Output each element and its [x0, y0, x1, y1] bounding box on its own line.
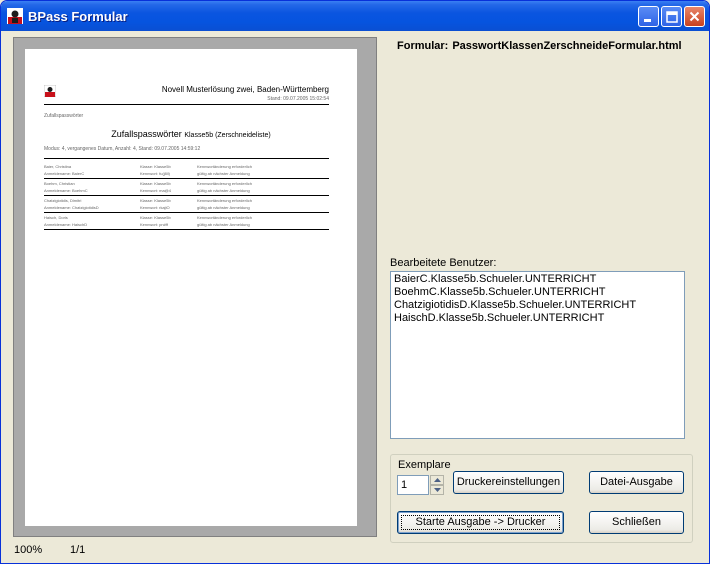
list-item[interactable]: ChatzigiotidisD.Klasse5b.Schueler.UNTERR…: [394, 299, 681, 312]
focus-rect: [401, 515, 560, 530]
main-window: BPass Formular Novell Musterlösung zwei,…: [0, 0, 710, 564]
minimize-button[interactable]: [638, 6, 659, 27]
close-button[interactable]: [684, 6, 705, 27]
preview-row-kennwort: Kennwort: fu(j8ll): [140, 171, 171, 176]
preview-row-hinweis: gültig ab nächster Anmeldung: [197, 171, 250, 176]
preview-rows: Baier, Christina Anmeldename: BaierC Kla…: [44, 163, 329, 231]
preview-row-name: Boehm, Christian: [44, 181, 75, 186]
preview-row-login: Anmeldename: HaischD: [44, 222, 88, 227]
preview-row-login: Anmeldename: BoehmC: [44, 188, 88, 193]
users-label: Bearbeitete Benutzer:: [390, 257, 497, 269]
formular-caption: Formular:: [397, 40, 449, 52]
minimize-icon: [644, 19, 651, 22]
preview-row-login: Anmeldename: BaierC: [44, 171, 85, 176]
start-print-button[interactable]: Starte Ausgabe -> Drucker: [397, 511, 564, 534]
preview-row-name: Baier, Christina: [44, 164, 72, 169]
list-item[interactable]: HaischD.Klasse5b.Schueler.UNTERRICHT: [394, 312, 681, 325]
formular-label: Formular: PasswortKlassenZerschneideFormu…: [397, 40, 682, 52]
preview-divider: [44, 104, 329, 105]
preview-row-kennwort: Kennwort: pn#ff: [140, 222, 168, 227]
preview-logo-icon: [44, 85, 56, 97]
preview-row: Haisch, Doris Anmeldename: HaischD Klass…: [44, 214, 329, 230]
preview-row-hinweis: gültig ab nächster Anmeldung: [197, 222, 250, 227]
preview-row-hinweis: gültig ab nächster Anmeldung: [197, 188, 250, 193]
print-preview[interactable]: Novell Musterlösung zwei, Baden-Württemb…: [13, 37, 377, 537]
preview-row-klasse: Klasse: Klasse5b: [140, 164, 171, 169]
preview-title-main: Zufallspasswörter: [111, 129, 182, 139]
arrow-up-icon: [434, 478, 441, 482]
preview-row: Baier, Christina Anmeldename: BaierC Kla…: [44, 163, 329, 179]
maximize-button[interactable]: [661, 6, 682, 27]
preview-row: Boehm, Christian Anmeldename: BoehmC Kla…: [44, 180, 329, 196]
preview-row-login: Anmeldename: ChatzigiotidisD: [44, 205, 99, 210]
formular-filename: PasswortKlassenZerschneideFormular.html: [452, 40, 682, 52]
exemplare-input[interactable]: [397, 475, 429, 495]
list-item[interactable]: BoehmC.Klasse5b.Schueler.UNTERRICHT: [394, 286, 681, 299]
printer-settings-button[interactable]: Druckereinstellungen: [453, 471, 564, 494]
close-icon: [689, 11, 700, 22]
close-dialog-button[interactable]: Schließen: [589, 511, 684, 534]
preview-page: Novell Musterlösung zwei, Baden-Württemb…: [25, 49, 357, 526]
arrow-down-icon: [434, 488, 441, 492]
preview-row-klasse: Klasse: Klasse5b: [140, 181, 171, 186]
app-user-icon: [7, 8, 23, 24]
preview-stand: Stand: 09.07.2005 15:02:54: [267, 96, 329, 102]
preview-row: Chatzigiotidis, Dimitri Anmeldename: Cha…: [44, 197, 329, 213]
preview-divider: [44, 158, 329, 159]
title-bar[interactable]: BPass Formular: [1, 1, 709, 31]
preview-row-hinweis: Kennwortänderung erforderlich: [197, 164, 252, 169]
preview-title: Zufallspasswörter Klasse5b (Zerschneidel…: [25, 129, 357, 139]
maximize-icon: [666, 11, 678, 23]
exemplare-up-button[interactable]: [430, 475, 444, 485]
zoom-level: 100%: [14, 544, 43, 556]
preview-row-hinweis: Kennwortänderung erforderlich: [197, 181, 252, 186]
preview-row-hinweis: Kennwortänderung erforderlich: [197, 215, 252, 220]
window-title: BPass Formular: [28, 9, 128, 24]
preview-row-hinweis: gültig ab nächster Anmeldung: [197, 205, 250, 210]
preview-modus: Modus: 4, vergangenes Datum, Anzahl: 4, …: [44, 146, 201, 152]
preview-row-klasse: Klasse: Klasse5b: [140, 215, 171, 220]
preview-school-name: Novell Musterlösung zwei, Baden-Württemb…: [161, 85, 329, 94]
preview-caption: Zufallspasswörter: [44, 113, 84, 119]
preview-row-name: Chatzigiotidis, Dimitri: [44, 198, 82, 203]
list-item[interactable]: BaierC.Klasse5b.Schueler.UNTERRICHT: [394, 273, 681, 286]
preview-title-small: Klasse5b (Zerschneideliste): [184, 132, 271, 139]
users-listbox[interactable]: BaierC.Klasse5b.Schueler.UNTERRICHT Boeh…: [390, 271, 685, 439]
preview-row-name: Haisch, Doris: [44, 215, 68, 220]
preview-row-kennwort: Kennwort: ma@4: [140, 188, 171, 193]
preview-row-kennwort: Kennwort: rkajiO: [140, 205, 170, 210]
exemplare-down-button[interactable]: [430, 485, 444, 495]
preview-row-klasse: Klasse: Klasse5b: [140, 198, 171, 203]
preview-row-hinweis: Kennwortänderung erforderlich: [197, 198, 252, 203]
page-indicator: 1/1: [70, 544, 86, 556]
exemplare-label: Exemplare: [397, 459, 452, 471]
file-output-button[interactable]: Datei-Ausgabe: [589, 471, 684, 494]
